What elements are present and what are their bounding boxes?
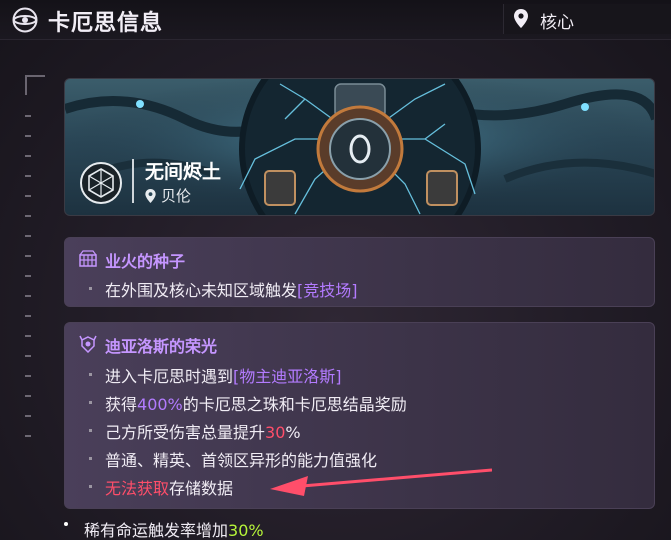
bullet <box>64 522 68 526</box>
effect-text: 稀有命运触发率增加 <box>84 521 229 540</box>
region-name: 无间烬土 <box>145 161 222 183</box>
annotation-arrow <box>270 468 492 496</box>
edge-decoration <box>25 75 45 485</box>
region-divider <box>132 159 134 203</box>
effect-text: 在外围及核心未知区域触发 <box>105 281 298 300</box>
arena-grid-icon <box>79 250 97 267</box>
card-title: 迪亚洛斯的荣光 <box>105 337 218 356</box>
effect-text: 获得 <box>105 395 138 414</box>
location-selector[interactable]: 核心 <box>503 4 671 34</box>
card-title: 业火的种子 <box>105 252 186 271</box>
effect-line: 进入卡厄思时遇到[物主迪亚洛斯] <box>105 363 342 387</box>
bullet <box>89 287 92 290</box>
chaos-emblem-icon <box>12 7 38 33</box>
bullet <box>89 373 92 376</box>
region-subtitle: 贝伦 <box>161 187 192 205</box>
page-title: 卡厄思信息 <box>48 11 164 36</box>
effect-line: 无法获取存储数据 <box>105 475 233 499</box>
rare-fate-bonus-line: 稀有命运触发率增加30% <box>84 517 264 540</box>
bullet <box>89 401 92 404</box>
effect-text: 进入卡厄思时遇到 <box>105 367 234 386</box>
bullet <box>89 485 92 488</box>
effect-line: 己方所受伤害总量提升30% <box>105 419 301 443</box>
damage-increase-value: 30 <box>265 423 286 442</box>
effect-text: 存储数据 <box>169 479 234 498</box>
bullet <box>89 429 92 432</box>
effect-text: 己方所受伤害总量提升 <box>105 423 266 442</box>
rare-fate-bonus-value: 30% <box>228 521 264 540</box>
location-pin-icon <box>145 189 156 203</box>
region-banner[interactable]: 无间烬土 贝伦 <box>64 78 655 216</box>
boss-link[interactable]: [物主迪亚洛斯] <box>233 367 342 386</box>
bullet <box>89 457 92 460</box>
effect-line: 在外围及核心未知区域触发[竞技场] <box>105 277 358 301</box>
modifier-card-seed-of-hellfire: 业火的种子 在外围及核心未知区域触发[竞技场] <box>64 237 655 307</box>
warning-text: 无法获取 <box>105 479 170 498</box>
reward-multiplier: 400% <box>137 395 183 414</box>
location-label: 核心 <box>540 13 574 33</box>
effect-text: 的卡厄思之珠和卡厄思结晶奖励 <box>182 395 407 414</box>
top-bar: 卡厄思信息 核心 <box>0 0 671 40</box>
region-emblem-icon <box>80 162 122 204</box>
location-pin-icon <box>514 9 528 28</box>
effect-text: % <box>285 423 301 442</box>
arena-link[interactable]: [竞技场] <box>297 281 358 300</box>
effect-line: 获得400%的卡厄思之珠和卡厄思结晶奖励 <box>105 391 407 415</box>
demon-crest-icon <box>79 335 97 353</box>
